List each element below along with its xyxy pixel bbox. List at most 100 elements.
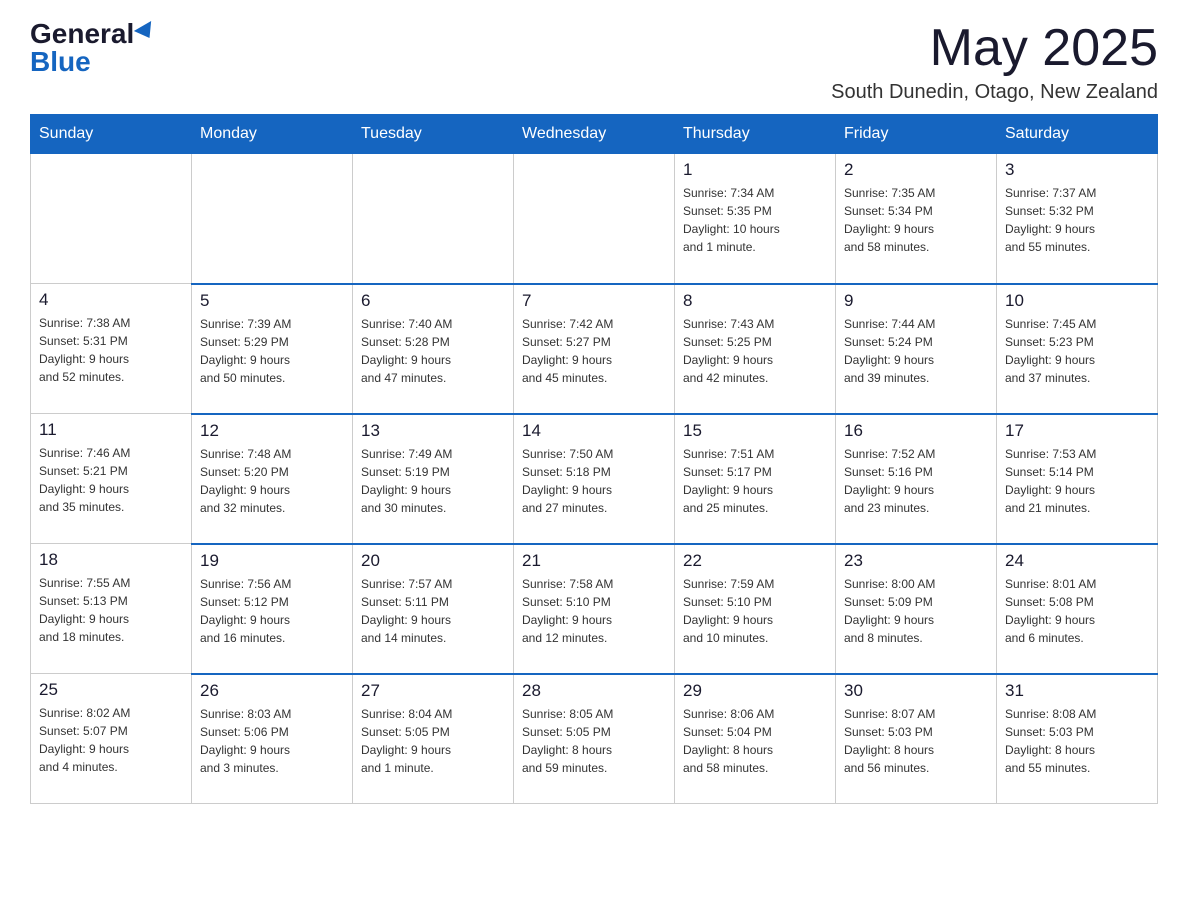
day-info: Sunrise: 7:40 AMSunset: 5:28 PMDaylight:… [361,315,505,387]
calendar-cell-week4-day2: 19 Sunrise: 7:56 AMSunset: 5:12 PMDayligh… [192,544,353,674]
calendar-cell-week3-day1: 11 Sunrise: 7:46 AMSunset: 5:21 PMDayligh… [31,414,192,544]
calendar-header: SundayMondayTuesdayWednesdayThursdayFrid… [31,115,1158,154]
calendar-cell-week1-day5: 1Sunrise: 7:34 AMSunset: 5:35 PMDaylight… [675,154,836,284]
calendar-week-2: 4 Sunrise: 7:38 AMSunset: 5:31 PMDaylight… [31,284,1158,414]
weekday-header-thursday: Thursday [675,115,836,154]
day-info: Sunrise: 7:46 AMSunset: 5:21 PMDaylight:… [39,444,183,516]
day-number: 30 [844,681,988,701]
location-title: South Dunedin, Otago, New Zealand [831,81,1158,104]
calendar-table: SundayMondayTuesdayWednesdayThursdayFrid… [30,114,1158,804]
day-number: 4 [39,290,183,310]
day-info: Sunrise: 7:43 AMSunset: 5:25 PMDaylight:… [683,315,827,387]
day-info: Sunrise: 7:56 AMSunset: 5:12 PMDaylight:… [200,575,344,647]
day-number: 19 [200,551,344,571]
calendar-cell-week2-day6: 9 Sunrise: 7:44 AMSunset: 5:24 PMDaylight… [836,284,997,414]
day-number: 27 [361,681,505,701]
day-number: 6 [361,291,505,311]
day-info: Sunrise: 7:58 AMSunset: 5:10 PMDaylight:… [522,575,666,647]
day-number: 26 [200,681,344,701]
day-number: 22 [683,551,827,571]
day-info: Sunrise: 7:42 AMSunset: 5:27 PMDaylight:… [522,315,666,387]
day-info: Sunrise: 7:38 AMSunset: 5:31 PMDaylight:… [39,314,183,386]
day-number: 2 [844,160,988,180]
day-number: 17 [1005,421,1149,441]
calendar-cell-week5-day1: 25Sunrise: 8:02 AMSunset: 5:07 PMDayligh… [31,674,192,804]
day-number: 15 [683,421,827,441]
calendar-cell-week5-day7: 31Sunrise: 8:08 AMSunset: 5:03 PMDayligh… [997,674,1158,804]
day-number: 11 [39,420,183,440]
day-info: Sunrise: 8:06 AMSunset: 5:04 PMDaylight:… [683,705,827,777]
day-number: 13 [361,421,505,441]
weekday-header-wednesday: Wednesday [514,115,675,154]
day-number: 23 [844,551,988,571]
day-number: 12 [200,421,344,441]
day-info: Sunrise: 7:51 AMSunset: 5:17 PMDaylight:… [683,445,827,517]
logo-blue-text: Blue [30,48,91,76]
calendar-week-5: 25Sunrise: 8:02 AMSunset: 5:07 PMDayligh… [31,674,1158,804]
day-info: Sunrise: 7:35 AMSunset: 5:34 PMDaylight:… [844,184,988,256]
calendar-week-1: 1Sunrise: 7:34 AMSunset: 5:35 PMDaylight… [31,154,1158,284]
day-number: 21 [522,551,666,571]
day-info: Sunrise: 7:57 AMSunset: 5:11 PMDaylight:… [361,575,505,647]
calendar-cell-week3-day6: 16Sunrise: 7:52 AMSunset: 5:16 PMDayligh… [836,414,997,544]
day-number: 3 [1005,160,1149,180]
day-info: Sunrise: 7:48 AMSunset: 5:20 PMDaylight:… [200,445,344,517]
calendar-cell-week1-day1 [31,154,192,284]
day-info: Sunrise: 8:00 AMSunset: 5:09 PMDaylight:… [844,575,988,647]
calendar-cell-week4-day5: 22 Sunrise: 7:59 AMSunset: 5:10 PMDayligh… [675,544,836,674]
logo-general-text: General [30,20,134,48]
day-info: Sunrise: 7:34 AMSunset: 5:35 PMDaylight:… [683,184,827,256]
page-header: General Blue May 2025 South Dunedin, Ota… [30,20,1158,104]
calendar-cell-week5-day6: 30 Sunrise: 8:07 AMSunset: 5:03 PMDayligh… [836,674,997,804]
calendar-cell-week4-day6: 23 Sunrise: 8:00 AMSunset: 5:09 PMDayligh… [836,544,997,674]
day-info: Sunrise: 7:39 AMSunset: 5:29 PMDaylight:… [200,315,344,387]
calendar-cell-week3-day7: 17 Sunrise: 7:53 AMSunset: 5:14 PMDayligh… [997,414,1158,544]
calendar-body: 1Sunrise: 7:34 AMSunset: 5:35 PMDaylight… [31,154,1158,804]
day-number: 9 [844,291,988,311]
calendar-cell-week2-day4: 7 Sunrise: 7:42 AMSunset: 5:27 PMDaylight… [514,284,675,414]
logo-arrow-icon [134,21,158,43]
calendar-cell-week1-day7: 3Sunrise: 7:37 AMSunset: 5:32 PMDaylight… [997,154,1158,284]
weekday-header-sunday: Sunday [31,115,192,154]
day-info: Sunrise: 7:44 AMSunset: 5:24 PMDaylight:… [844,315,988,387]
calendar-cell-week2-day7: 10Sunrise: 7:45 AMSunset: 5:23 PMDayligh… [997,284,1158,414]
calendar-cell-week4-day3: 20 Sunrise: 7:57 AMSunset: 5:11 PMDayligh… [353,544,514,674]
day-number: 20 [361,551,505,571]
day-info: Sunrise: 8:02 AMSunset: 5:07 PMDaylight:… [39,704,183,776]
calendar-cell-week2-day1: 4 Sunrise: 7:38 AMSunset: 5:31 PMDaylight… [31,284,192,414]
day-number: 18 [39,550,183,570]
weekday-header-saturday: Saturday [997,115,1158,154]
calendar-week-4: 18 Sunrise: 7:55 AMSunset: 5:13 PMDayligh… [31,544,1158,674]
calendar-cell-week2-day3: 6 Sunrise: 7:40 AMSunset: 5:28 PMDaylight… [353,284,514,414]
calendar-cell-week5-day4: 28Sunrise: 8:05 AMSunset: 5:05 PMDayligh… [514,674,675,804]
calendar-cell-week2-day2: 5 Sunrise: 7:39 AMSunset: 5:29 PMDaylight… [192,284,353,414]
day-number: 5 [200,291,344,311]
day-number: 7 [522,291,666,311]
day-number: 29 [683,681,827,701]
logo: General Blue [30,20,156,76]
weekday-header-monday: Monday [192,115,353,154]
calendar-cell-week3-day2: 12 Sunrise: 7:48 AMSunset: 5:20 PMDayligh… [192,414,353,544]
calendar-cell-week1-day4 [514,154,675,284]
day-number: 28 [522,681,666,701]
day-info: Sunrise: 7:45 AMSunset: 5:23 PMDaylight:… [1005,315,1149,387]
day-info: Sunrise: 7:55 AMSunset: 5:13 PMDaylight:… [39,574,183,646]
calendar-cell-week5-day3: 27Sunrise: 8:04 AMSunset: 5:05 PMDayligh… [353,674,514,804]
day-info: Sunrise: 7:59 AMSunset: 5:10 PMDaylight:… [683,575,827,647]
day-info: Sunrise: 8:03 AMSunset: 5:06 PMDaylight:… [200,705,344,777]
calendar-cell-week5-day2: 26 Sunrise: 8:03 AMSunset: 5:06 PMDayligh… [192,674,353,804]
day-info: Sunrise: 8:07 AMSunset: 5:03 PMDaylight:… [844,705,988,777]
day-info: Sunrise: 7:53 AMSunset: 5:14 PMDaylight:… [1005,445,1149,517]
calendar-cell-week1-day2 [192,154,353,284]
day-info: Sunrise: 8:08 AMSunset: 5:03 PMDaylight:… [1005,705,1149,777]
calendar-cell-week4-day7: 24 Sunrise: 8:01 AMSunset: 5:08 PMDayligh… [997,544,1158,674]
calendar-cell-week3-day4: 14Sunrise: 7:50 AMSunset: 5:18 PMDayligh… [514,414,675,544]
day-number: 24 [1005,551,1149,571]
calendar-cell-week1-day6: 2 Sunrise: 7:35 AMSunset: 5:34 PMDaylight… [836,154,997,284]
calendar-cell-week4-day4: 21 Sunrise: 7:58 AMSunset: 5:10 PMDayligh… [514,544,675,674]
calendar-cell-week4-day1: 18 Sunrise: 7:55 AMSunset: 5:13 PMDayligh… [31,544,192,674]
day-info: Sunrise: 7:49 AMSunset: 5:19 PMDaylight:… [361,445,505,517]
day-info: Sunrise: 8:01 AMSunset: 5:08 PMDaylight:… [1005,575,1149,647]
calendar-week-3: 11 Sunrise: 7:46 AMSunset: 5:21 PMDayligh… [31,414,1158,544]
weekday-header-friday: Friday [836,115,997,154]
